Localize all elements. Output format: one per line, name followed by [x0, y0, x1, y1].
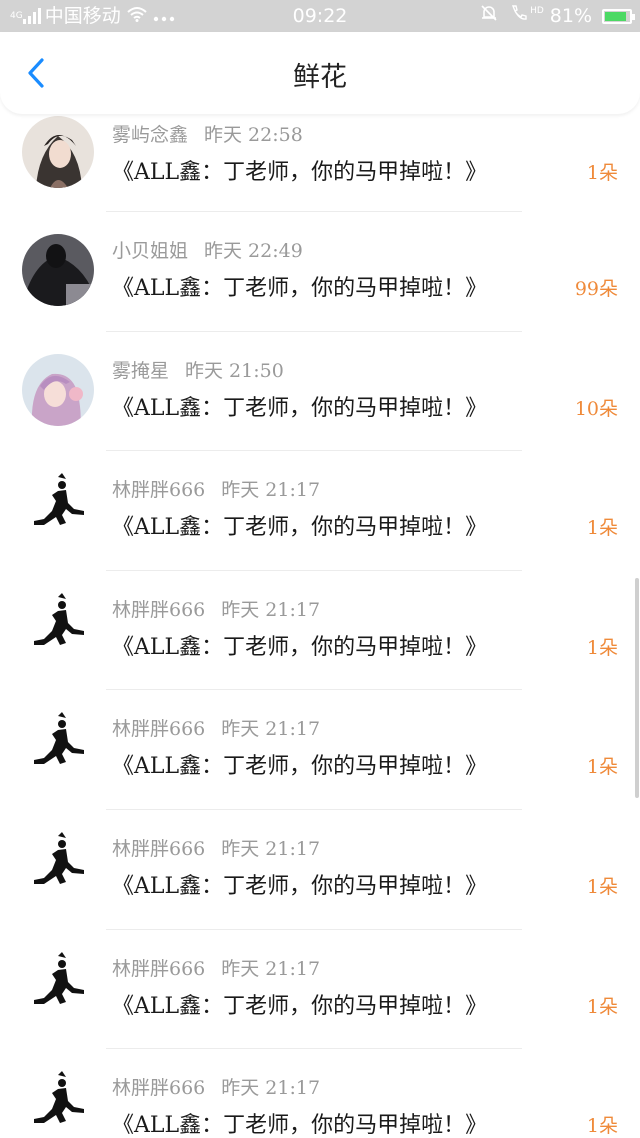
sender-name: 雾屿念鑫	[112, 124, 189, 146]
jumpman-logo-icon	[22, 831, 94, 904]
avatar[interactable]	[22, 951, 94, 1024]
avatar[interactable]	[22, 712, 94, 785]
list-item[interactable]: 雾掩星 昨天 21:50 《ALL鑫：丁老师，你的马甲掉啦！》 10朵	[0, 332, 640, 452]
send-time: 昨天 21:17	[221, 479, 321, 502]
jumpman-logo-icon	[22, 592, 94, 665]
sender-meta: 小贝姐姐 昨天 22:49	[112, 236, 303, 263]
sender-name: 林胖胖666	[112, 1077, 206, 1100]
jumpman-logo-icon	[22, 951, 94, 1024]
list-item[interactable]: 小贝姐姐 昨天 22:49 《ALL鑫：丁老师，你的马甲掉啦！》 99朵	[0, 212, 640, 332]
mute-bell-icon	[480, 0, 498, 32]
avatar[interactable]	[22, 592, 94, 665]
sender-meta: 林胖胖666 昨天 21:17	[112, 1073, 320, 1100]
list-item[interactable]: 林胖胖666 昨天 21:17 《ALL鑫：丁老师，你的马甲掉啦！》 1朵	[0, 810, 640, 930]
book-title: 《ALL鑫：丁老师，你的马甲掉啦！》	[112, 160, 488, 185]
send-time: 昨天 22:49	[204, 240, 303, 262]
avatar[interactable]	[22, 473, 94, 546]
send-time: 昨天 21:17	[221, 957, 321, 980]
avatar[interactable]	[22, 1071, 94, 1138]
sender-meta: 林胖胖666 昨天 21:17	[112, 834, 320, 861]
sender-meta: 林胖胖666 昨天 21:17	[112, 954, 320, 981]
sender-name: 林胖胖666	[112, 718, 206, 741]
book-title: 《ALL鑫：丁老师，你的马甲掉啦！》	[112, 395, 488, 421]
send-time: 昨天 21:17	[221, 718, 321, 741]
book-title: 《ALL鑫：丁老师，你的马甲掉啦！》	[112, 634, 488, 660]
battery-icon	[602, 8, 635, 24]
list-item[interactable]: 林胖胖666 昨天 21:17 《ALL鑫：丁老师，你的马甲掉啦！》 1朵	[0, 571, 640, 691]
header-bar: 鲜花	[0, 32, 640, 114]
send-time: 昨天 21:17	[221, 598, 321, 621]
sender-meta: 雾屿念鑫 昨天 22:58	[112, 120, 303, 147]
send-time: 昨天 21:17	[221, 1077, 321, 1100]
send-time: 昨天 21:50	[185, 359, 284, 382]
sender-name: 林胖胖666	[112, 957, 206, 980]
status-bar: 4G 中国移动 09:22 HD 81%	[0, 0, 640, 32]
book-title: 《ALL鑫：丁老师，你的马甲掉啦！》	[112, 754, 488, 780]
avatar[interactable]	[22, 353, 94, 426]
flower-count: 1朵	[586, 1115, 618, 1138]
send-time: 昨天 21:17	[221, 837, 321, 860]
sender-meta: 雾掩星 昨天 21:50	[112, 356, 284, 383]
list-item[interactable]: 林胖胖666 昨天 21:17 《ALL鑫：丁老师，你的马甲掉啦！》 1朵	[0, 1049, 640, 1138]
flower-count: 1朵	[586, 517, 618, 540]
book-title: 《ALL鑫：丁老师，你的马甲掉啦！》	[112, 515, 488, 541]
book-title: 《ALL鑫：丁老师，你的马甲掉啦！》	[112, 993, 488, 1019]
book-title: 《ALL鑫：丁老师，你的马甲掉啦！》	[112, 276, 488, 301]
flower-gift-list: 雾屿念鑫 昨天 22:58 《ALL鑫：丁老师，你的马甲掉啦！》 1朵 小贝姐姐昨…	[0, 114, 640, 1138]
sender-name: 雾掩星	[112, 359, 170, 382]
jumpman-logo-icon	[22, 1071, 94, 1138]
flower-count: 1朵	[586, 756, 618, 779]
list-item[interactable]: 林胖胖666 昨天 21:17 《ALL鑫：丁老师，你的马甲掉啦！》 1朵	[0, 930, 640, 1050]
hd-call-icon	[510, 0, 530, 32]
flower-count: 1朵	[586, 995, 618, 1018]
book-title: 《ALL鑫：丁老师，你的马甲掉啦！》	[112, 1113, 488, 1138]
book-title: 《ALL鑫：丁老师，你的马甲掉啦！》	[112, 873, 488, 899]
avatar[interactable]	[22, 831, 94, 904]
sender-name: 小贝姐姐	[112, 240, 189, 262]
avatar[interactable]	[22, 116, 94, 188]
flower-count: 1朵	[586, 875, 618, 898]
sender-name: 林胖胖666	[112, 837, 206, 860]
battery-percent: 81%	[549, 5, 592, 27]
scrollbar[interactable]	[635, 578, 639, 798]
jumpman-logo-icon	[22, 712, 94, 785]
sender-meta: 林胖胖666 昨天 21:17	[112, 714, 320, 741]
flower-count: 10朵	[574, 397, 618, 420]
sender-name: 林胖胖666	[112, 598, 206, 621]
send-time: 昨天 22:58	[204, 124, 303, 146]
jumpman-logo-icon	[22, 473, 94, 546]
list-item[interactable]: 林胖胖666 昨天 21:17 《ALL鑫：丁老师，你的马甲掉啦！》 1朵	[0, 690, 640, 810]
avatar[interactable]	[22, 234, 94, 306]
flower-count: 99朵	[574, 278, 618, 300]
flower-count: 1朵	[586, 636, 618, 659]
list-item[interactable]: 林胖胖666 昨天 21:17 《ALL鑫：丁老师，你的马甲掉啦！》 1朵	[0, 451, 640, 571]
sender-name: 林胖胖666	[112, 479, 206, 502]
flower-count: 1朵	[586, 162, 618, 184]
sender-meta: 林胖胖666 昨天 21:17	[112, 475, 320, 502]
sender-meta: 林胖胖666 昨天 21:17	[112, 595, 320, 622]
page-title: 鲜花	[293, 62, 347, 93]
hd-label: HD	[530, 6, 544, 16]
list-item[interactable]: 雾屿念鑫 昨天 22:58 《ALL鑫：丁老师，你的马甲掉啦！》 1朵	[0, 114, 640, 212]
